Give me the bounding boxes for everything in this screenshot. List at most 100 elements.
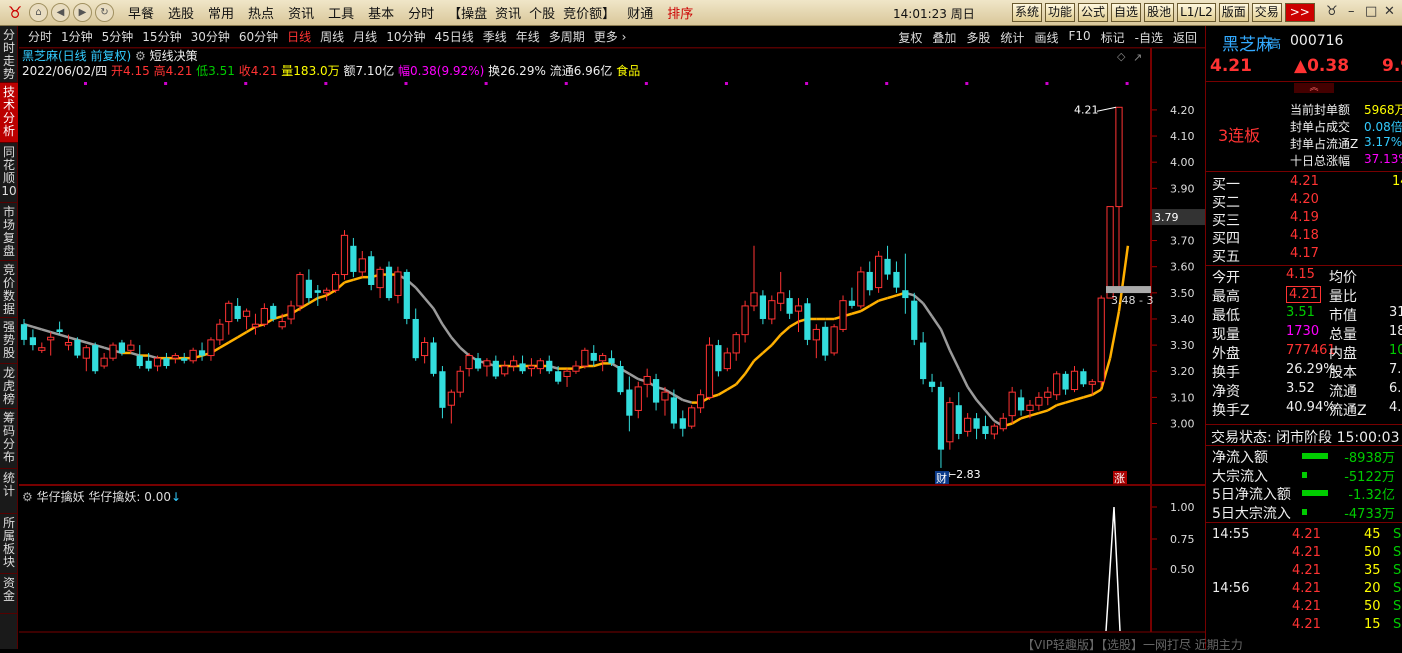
signal-dot (164, 82, 168, 85)
system-button[interactable]: 系统 (1012, 3, 1043, 22)
period-daily[interactable]: 日线 (287, 28, 311, 45)
settings-icon[interactable]: ⚙ (22, 490, 33, 504)
tool-overlay[interactable]: 叠加 (932, 29, 956, 46)
function-button[interactable]: 功能 (1045, 3, 1076, 22)
period-30min[interactable]: 30分钟 (191, 28, 230, 45)
period-60min[interactable]: 60分钟 (239, 28, 278, 45)
refresh-icon[interactable]: ↻ (95, 3, 114, 22)
tab-tonghuashun10[interactable]: 同花顺10 (0, 143, 18, 203)
candle-body (946, 402, 954, 443)
settings-icon[interactable]: ⚙ (135, 49, 146, 63)
menu-breakfast[interactable]: 早餐 (128, 3, 154, 22)
back-icon[interactable]: ◀ (51, 3, 70, 22)
tab-strong-stocks[interactable]: 强势股 (0, 318, 18, 364)
minimize-icon[interactable]: – (1348, 4, 1355, 19)
ma-segment (1038, 409, 1049, 415)
collapse-icon[interactable]: ︽ (1294, 83, 1334, 93)
home-icon[interactable]: ⌂ (29, 3, 48, 22)
layout-button[interactable]: 版面 (1218, 3, 1249, 22)
menu-caitong[interactable]: 财通 (627, 3, 653, 22)
period-5min[interactable]: 5分钟 (102, 28, 134, 45)
period-15min[interactable]: 15分钟 (142, 28, 181, 45)
tool-statistics[interactable]: 统计 (1000, 29, 1024, 46)
tool-multi-stock[interactable]: 多股 (966, 29, 990, 46)
period-10min[interactable]: 10分钟 (386, 28, 425, 45)
period-1min[interactable]: 1分钟 (61, 28, 93, 45)
candle-body (777, 292, 785, 304)
candle-body (225, 302, 233, 323)
ma-segment (1056, 401, 1066, 407)
tool-f10[interactable]: F10 (1068, 29, 1090, 46)
candle-body (368, 256, 375, 285)
candle-body (376, 268, 384, 289)
menu-news-2[interactable]: 资讯 (495, 3, 521, 22)
candle-body (634, 386, 642, 411)
tool-adjust[interactable]: 复权 (898, 29, 922, 46)
candle-body (109, 344, 117, 359)
tool-draw-line[interactable]: 画线 (1034, 29, 1058, 46)
board-count: 3连板 (1218, 126, 1261, 145)
stat-label-2: 量比 (1329, 289, 1357, 305)
tool-remove-watch[interactable]: -自选 (1135, 29, 1163, 46)
fin-badge: 财 (936, 471, 947, 485)
menu-auction[interactable]: 竞价额】 (563, 3, 615, 22)
menu-fundamentals[interactable]: 基本 (368, 3, 394, 22)
menu-tools[interactable]: 工具 (328, 3, 354, 22)
candle-body (546, 360, 553, 372)
close-icon[interactable]: ✕ (1384, 4, 1395, 19)
candle-body (207, 339, 215, 357)
tab-sector[interactable]: 所属板块 (0, 514, 18, 574)
flow-bar (1302, 471, 1307, 478)
forward-icon[interactable]: ▶ (73, 3, 92, 22)
tab-statistics[interactable]: 统计 (0, 469, 18, 514)
bid-label: 买五 (1212, 249, 1240, 265)
watchlist-button[interactable]: 自选 (1111, 3, 1142, 22)
period-weekly[interactable]: 周线 (320, 28, 344, 45)
ma-segment (432, 307, 444, 325)
menu-hotspots[interactable]: 热点 (248, 3, 274, 22)
sub-indicator-label[interactable]: ⚙ 华仔擒妖 华仔擒妖: 0.00↓ (22, 488, 181, 505)
tab-technical[interactable]: 技术分析 (0, 83, 18, 143)
period-yearly[interactable]: 年线 (516, 28, 540, 45)
maximize-icon[interactable]: □ (1365, 4, 1377, 19)
menu-stock-picking[interactable]: 选股 (168, 3, 194, 22)
menu-individual[interactable]: 个股 (529, 3, 555, 22)
tool-back[interactable]: 返回 (1173, 29, 1197, 46)
stock-pool-button[interactable]: 股池 (1144, 3, 1175, 22)
tab-market-review[interactable]: 市场复盘 (0, 203, 18, 261)
period-more[interactable]: 更多 › (594, 28, 627, 45)
tool-mark[interactable]: 标记 (1101, 29, 1125, 46)
menu-sort[interactable]: 排序 (667, 3, 693, 22)
candle-body (38, 347, 46, 351)
candle-body (501, 365, 509, 375)
more-button[interactable]: >> (1284, 3, 1315, 22)
tab-funds[interactable]: 资金 (0, 574, 18, 614)
ma-segment (860, 304, 871, 313)
l1-l2-button[interactable]: L1/L2 (1177, 3, 1216, 22)
tab-dragon-tiger[interactable]: 龙虎榜 (0, 364, 18, 409)
flow-label: 净流入额 (1212, 450, 1268, 466)
period-45day[interactable]: 45日线 (434, 28, 473, 45)
tab-chip-distribution[interactable]: 筹码分布 (0, 409, 18, 469)
period-multi[interactable]: 多周期 (549, 28, 585, 45)
candle-body (884, 258, 891, 275)
menu-timeshare[interactable]: 分时 (408, 3, 434, 22)
period-quarterly[interactable]: 季线 (483, 28, 507, 45)
stat-value-2: 7. (1389, 362, 1402, 377)
formula-button[interactable]: 公式 (1078, 3, 1109, 22)
trade-button[interactable]: 交易 (1251, 3, 1282, 22)
kline-chart[interactable]: 1.00 0.75 0.50 4.20 4.10 4.00 3.90 3.79 3.70 3.6… (19, 48, 1205, 649)
candle-body (990, 425, 998, 435)
tab-timeshare[interactable]: 分时走势 (0, 26, 18, 83)
info-high: 高4.21 (153, 64, 193, 78)
candle-body (555, 371, 562, 382)
indicator-name[interactable]: 短线决策 (150, 49, 198, 63)
ma-segment (939, 328, 952, 351)
menu-common[interactable]: 常用 (208, 3, 234, 22)
period-timeshare[interactable]: 分时 (28, 28, 52, 45)
period-monthly[interactable]: 月线 (353, 28, 377, 45)
menu-trading[interactable]: 【操盘 (448, 3, 487, 22)
menu-news[interactable]: 资讯 (288, 3, 314, 22)
tab-auction-data[interactable]: 竞价数据 (0, 261, 18, 318)
candle-body (456, 370, 464, 393)
